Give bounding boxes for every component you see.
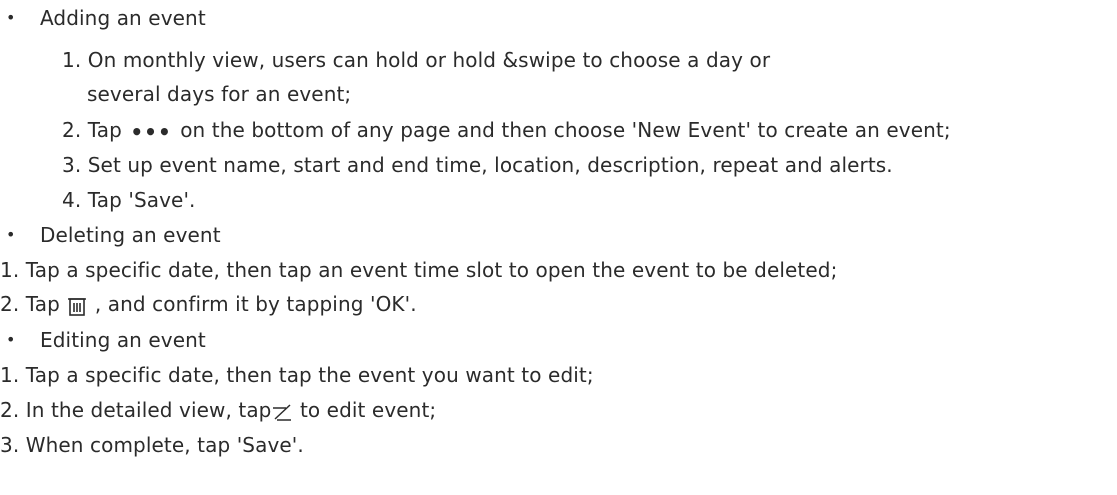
more-dots-icon: ••• — [130, 119, 172, 144]
section-adding-header: • Adding an event — [0, 3, 206, 33]
adding-step-1-cont: several days for an event; — [87, 82, 352, 106]
section-title: Deleting an event — [40, 223, 221, 247]
adding-step-3: 3. Set up event name, start and end time… — [62, 153, 893, 177]
step-text: 2. Tap — [0, 292, 60, 316]
editing-step-3: 3. When complete, tap 'Save'. — [0, 433, 304, 457]
step-text: to edit event; — [293, 398, 437, 422]
bullet: • — [6, 8, 16, 27]
editing-step-1: 1. Tap a specific date, then tap the eve… — [0, 363, 594, 387]
step-text: on the bottom of any page and then choos… — [180, 118, 951, 142]
section-title: Editing an event — [40, 328, 206, 352]
step-text: , and confirm it by tapping 'OK'. — [94, 292, 417, 316]
adding-step-2: 2. Tap ••• on the bottom of any page and… — [62, 115, 951, 145]
step-text: 2. In the detailed view, tap — [0, 398, 272, 422]
step-text: 2. Tap — [62, 118, 122, 142]
section-editing-header: • Editing an event — [0, 325, 206, 355]
section-deleting-header: • Deleting an event — [0, 220, 221, 250]
editing-step-2: 2. In the detailed view, tap to edit eve… — [0, 395, 436, 425]
section-title: Adding an event — [40, 6, 206, 30]
bullet: • — [6, 330, 16, 349]
adding-step-1: 1. On monthly view, users can hold or ho… — [62, 48, 771, 72]
bullet: • — [6, 225, 16, 244]
trash-icon — [66, 295, 88, 317]
edit-pencil-icon — [271, 401, 293, 423]
adding-step-4: 4. Tap 'Save'. — [62, 188, 196, 212]
deleting-step-2: 2. Tap , and confirm it by tapping 'OK'. — [0, 289, 417, 319]
deleting-step-1: 1. Tap a specific date, then tap an even… — [0, 258, 838, 282]
